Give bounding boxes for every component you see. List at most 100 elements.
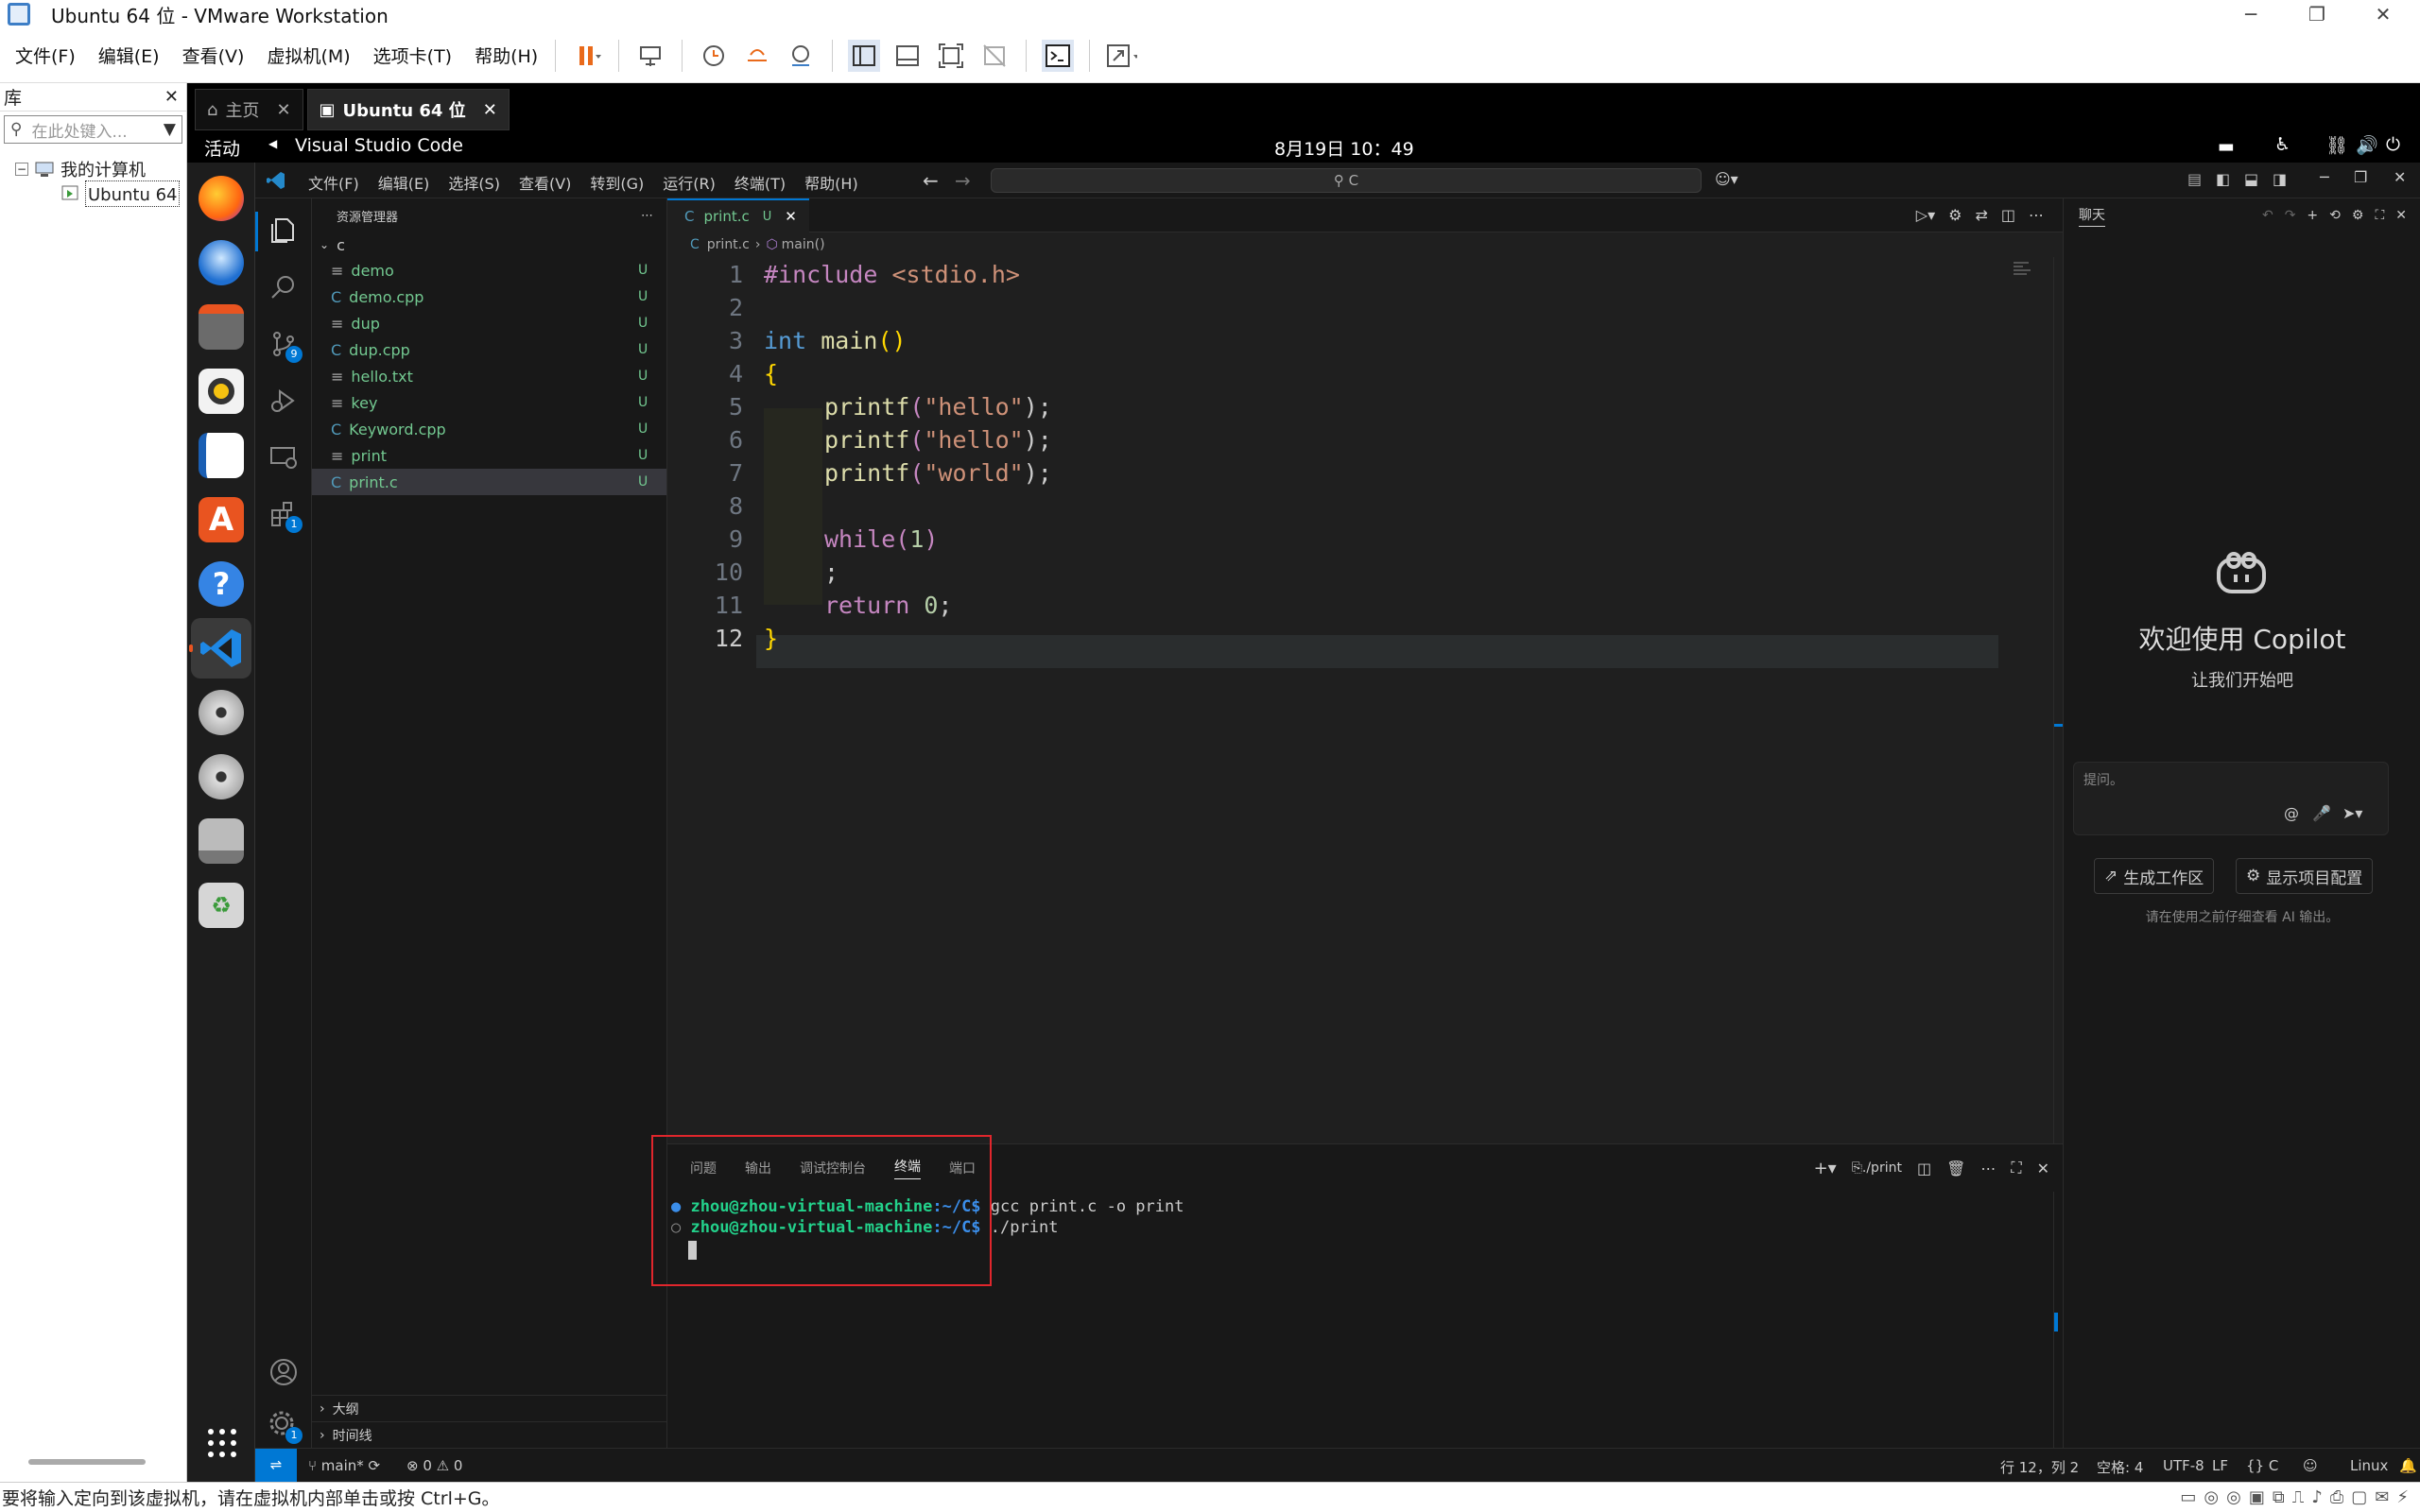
settings-gear-icon[interactable]: ⚙	[1948, 206, 1962, 232]
revert-snapshot-icon[interactable]	[741, 40, 773, 72]
compare-icon[interactable]: ⇄	[1975, 206, 1987, 232]
extensions-icon[interactable]: 1	[268, 499, 302, 533]
undo-icon[interactable]: ↶	[2262, 208, 2273, 223]
toggle-panel-icon[interactable]: ⬓	[2244, 170, 2258, 188]
cd-icon[interactable]: ◎	[2226, 1487, 2241, 1507]
vs-close-button[interactable]: ✕	[2394, 168, 2406, 186]
new-chat-icon[interactable]: +	[2307, 208, 2318, 223]
problems-indicator[interactable]: ⊗ 0 ⚠ 0	[406, 1457, 462, 1474]
split-terminal-icon[interactable]: ◫	[1917, 1160, 1931, 1177]
focused-app-name[interactable]: Visual Studio Code	[295, 135, 463, 156]
terminal-task-label[interactable]: ⎘./print	[1852, 1160, 1902, 1176]
display-icon[interactable]: ▢	[2351, 1487, 2367, 1507]
vs-menu-go[interactable]: 转到(G)	[590, 171, 644, 194]
source-control-icon[interactable]: 9	[268, 329, 302, 363]
settings-gear-icon[interactable]: ⚙	[2352, 208, 2364, 223]
explorer-icon[interactable]	[268, 215, 299, 246]
vs-menu-selection[interactable]: 选择(S)	[448, 171, 500, 194]
cursor-position[interactable]: 行 12，列 2	[2000, 1457, 2079, 1477]
more-actions-icon[interactable]: ⋯	[2029, 206, 2044, 232]
remote-indicator-icon[interactable]: ⇌	[255, 1449, 297, 1483]
close-tab-icon[interactable]: ✕	[483, 100, 497, 120]
accounts-icon[interactable]	[268, 1357, 299, 1387]
vs-minimize-button[interactable]: ─	[2320, 168, 2329, 186]
menu-help[interactable]: 帮助(H)	[475, 43, 538, 68]
vscode-dock-icon[interactable]	[199, 626, 244, 671]
floppy-icon[interactable]	[199, 818, 244, 864]
mention-icon[interactable]: @	[2284, 804, 2299, 822]
activities-button[interactable]: 活动	[204, 135, 240, 161]
stretch-guest-icon[interactable]	[1105, 40, 1138, 72]
menu-file[interactable]: 文件(F)	[15, 43, 76, 68]
manage-gear-icon[interactable]: 1	[268, 1410, 302, 1444]
optical-drive-icon[interactable]	[199, 690, 244, 735]
restore-button[interactable]: ❐	[2288, 0, 2346, 28]
copilot-icon[interactable]: ☺▾	[1715, 170, 1738, 188]
library-search-input[interactable]: ⚲ 在此处键入... ▼	[4, 115, 182, 144]
language-mode[interactable]: {} C	[2246, 1457, 2278, 1474]
more-actions-icon[interactable]: ⋯	[1980, 1160, 1996, 1177]
firefox-icon[interactable]	[199, 176, 244, 221]
minimap[interactable]	[2010, 257, 2048, 314]
breadcrumb-file[interactable]: print.c	[707, 237, 750, 252]
file-item-selected[interactable]: Cprint.c U	[312, 469, 666, 495]
close-window-button[interactable]: ✕	[2354, 0, 2412, 28]
files-icon[interactable]	[199, 304, 244, 350]
vs-menu-file[interactable]: 文件(F)	[308, 171, 359, 194]
file-item[interactable]: Cdup.cpp U	[312, 336, 666, 363]
vs-menu-terminal[interactable]: 终端(T)	[735, 171, 786, 194]
platform[interactable]: Linux	[2350, 1457, 2388, 1474]
file-item[interactable]: ≡ hello.txt U	[312, 363, 666, 389]
hard-disk-icon[interactable]: ▭	[2180, 1487, 2196, 1507]
vs-restore-button[interactable]: ❐	[2354, 168, 2367, 186]
tab-home[interactable]: ⌂ 主页 ✕	[195, 89, 303, 130]
menu-vm[interactable]: 虚拟机(M)	[267, 43, 350, 68]
vs-menu-view[interactable]: 查看(V)	[519, 171, 571, 194]
pause-vm-button[interactable]	[571, 40, 603, 72]
sound-icon[interactable]: ♪	[2311, 1487, 2323, 1507]
minimize-button[interactable]: ─	[2221, 0, 2280, 28]
trash-icon[interactable]: ♻	[199, 883, 244, 928]
run-code-icon[interactable]: ▷▾	[1916, 206, 1935, 232]
accessibility-icon[interactable]: ♿	[2274, 134, 2290, 155]
cd-icon[interactable]: ◎	[2204, 1487, 2219, 1507]
network-icon[interactable]: ⛓	[2325, 134, 2348, 156]
microphone-icon[interactable]: 🎤	[2312, 804, 2331, 822]
generate-workspace-button[interactable]: ⇗ 生成工作区	[2094, 858, 2215, 894]
keyboard-indicator-icon[interactable]: ▬	[2218, 136, 2235, 157]
snapshot-manager-icon[interactable]	[785, 40, 817, 72]
notifications-icon[interactable]: 🔔	[2399, 1457, 2417, 1474]
more-actions-icon[interactable]: ⋯	[641, 209, 653, 223]
split-editor-icon[interactable]: ◫	[2001, 206, 2015, 232]
file-item[interactable]: ≡ dup U	[312, 310, 666, 336]
help-icon[interactable]: ?	[199, 561, 244, 607]
tree-node-my-computer[interactable]: − 我的计算机	[0, 157, 186, 181]
close-library-icon[interactable]: ✕	[164, 87, 179, 107]
power-icon[interactable]: ⏻	[2386, 134, 2400, 155]
show-library-icon[interactable]	[848, 39, 881, 72]
send-ctrl-alt-del-icon[interactable]	[634, 40, 666, 72]
menu-tabs[interactable]: 选项卡(T)	[373, 43, 452, 68]
new-terminal-icon[interactable]: +▾	[1814, 1159, 1837, 1178]
encoding[interactable]: UTF-8	[2163, 1457, 2204, 1474]
send-icon[interactable]: ➤▾	[2342, 804, 2362, 822]
rhythmbox-icon[interactable]	[199, 369, 244, 414]
redo-icon[interactable]: ↷	[2285, 208, 2296, 223]
kill-terminal-icon[interactable]: 🗑	[1946, 1160, 1965, 1177]
back-arrow-icon[interactable]: ←	[923, 169, 939, 192]
copilot-status-icon[interactable]: ☺	[2303, 1457, 2318, 1474]
volume-icon[interactable]: 🔊	[2356, 134, 2378, 156]
run-debug-icon[interactable]	[268, 386, 299, 416]
menu-view[interactable]: 查看(V)	[182, 43, 245, 68]
thunderbird-icon[interactable]	[199, 240, 244, 285]
app-center-icon[interactable]: A	[199, 497, 244, 542]
file-item[interactable]: C Keyword.cpp U	[312, 416, 666, 442]
toggle-primary-sidebar-icon[interactable]: ◧	[2216, 170, 2230, 188]
timeline-section[interactable]: › 时间线	[312, 1421, 667, 1448]
printer-icon[interactable]: ⎙	[2330, 1487, 2343, 1507]
customize-layout-icon[interactable]: ▤	[2187, 170, 2202, 188]
close-panel-icon[interactable]: ✕	[2037, 1160, 2049, 1177]
maximize-panel-icon[interactable]: ⛶	[2011, 1159, 2021, 1177]
unity-mode-icon[interactable]	[978, 40, 1011, 72]
tree-node-ubuntu-vm[interactable]: Ubuntu 64 位	[0, 180, 186, 207]
